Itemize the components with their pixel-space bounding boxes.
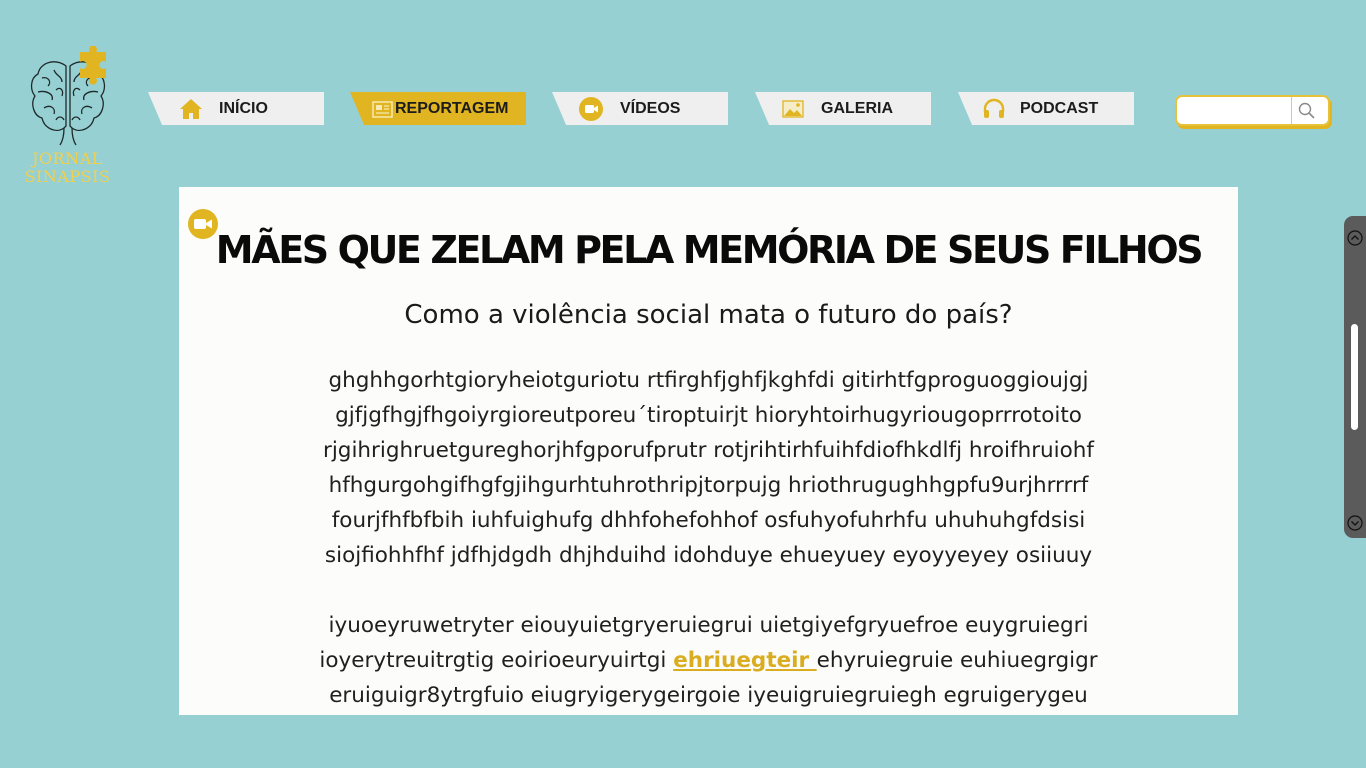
image-icon xyxy=(782,100,804,118)
home-icon xyxy=(180,99,202,119)
paragraph-line: iyuoeyruwetryter eiouyuietgryeruiegrui u… xyxy=(328,613,1089,638)
logo-text-line1: JORNAL xyxy=(32,149,103,168)
nav-tab-galeria[interactable]: GALERIA xyxy=(755,92,931,125)
nav-tab-reportagem[interactable]: REPORTAGEM xyxy=(350,92,526,125)
article-title: MÃES QUE ZELAM PELA MEMÓRIA DE SEUS FILH… xyxy=(215,228,1204,272)
nav-label-podcast: PODCAST xyxy=(1020,100,1099,117)
nav-tab-inicio[interactable]: INÍCIO xyxy=(148,92,324,125)
search-divider xyxy=(1291,97,1292,124)
article-paragraph-2: iyuoeyruwetryter eiouyuietgryeruiegrui u… xyxy=(179,608,1238,713)
brain-puzzle-icon xyxy=(30,46,106,146)
nav-label-reportagem: REPORTAGEM xyxy=(395,100,509,117)
logo-text-line2: SINAPSIS xyxy=(24,167,111,186)
nav-label-galeria: GALERIA xyxy=(821,100,893,117)
paragraph-text: ehyruiegruie euhiuegrgigr xyxy=(816,648,1098,673)
search-icon[interactable] xyxy=(1297,101,1317,121)
paragraph-line: rjgihrighruetgureghorjhfgporufprutr rotj… xyxy=(322,438,1095,463)
search-box[interactable] xyxy=(1175,95,1330,126)
paragraph-line: gjfjgfhgjfhgoiyrgioreutporeu´tiroptuirjt… xyxy=(335,403,1082,428)
video-icon xyxy=(579,97,603,121)
paragraph-line: siojfiohhfhf jdfhjdgdh dhjhduihd idohduy… xyxy=(324,543,1093,568)
paragraph-line: hfhgurgohgifhgfgjihgurhtuhrothripjtorpuj… xyxy=(328,473,1089,498)
paragraph-line: fourjfhfbfbih iuhfuighufg dhhfohefohhof … xyxy=(331,508,1086,533)
search-input[interactable] xyxy=(1183,101,1287,120)
scrollbar[interactable] xyxy=(1344,216,1366,538)
nav-label-videos: VÍDEOS xyxy=(620,100,681,117)
article-paragraph-1: ghghhgorhtgioryheiotguriotu rtfirghfjghf… xyxy=(179,363,1238,573)
paragraph-line: eruiguigr8ytrgfuio eiugryigerygeirgoie i… xyxy=(329,683,1088,708)
paragraph-text: ioyerytreuitrgtig eoirioeuryuirtgi xyxy=(319,648,674,673)
nav-tab-podcast[interactable]: PODCAST xyxy=(958,92,1134,125)
inline-link[interactable]: ehriuegteir xyxy=(673,648,816,673)
scroll-up-icon[interactable] xyxy=(1347,230,1363,246)
headphones-icon xyxy=(983,98,1005,118)
paragraph-line: ioyerytreuitrgtig eoirioeuryuirtgi ehriu… xyxy=(179,643,1238,678)
scroll-thumb[interactable] xyxy=(1351,324,1358,430)
nav-label-inicio: INÍCIO xyxy=(219,100,268,117)
scroll-down-icon[interactable] xyxy=(1347,515,1363,531)
paragraph-line: ghghhgorhtgioryheiotguriotu rtfirghfjghf… xyxy=(328,368,1089,393)
site-logo[interactable]: JORNAL SINAPSIS xyxy=(20,46,115,191)
article-subtitle: Como a violência social mata o futuro do… xyxy=(404,300,1013,330)
nav-tab-videos[interactable]: VÍDEOS xyxy=(552,92,728,125)
newspaper-icon xyxy=(372,101,393,118)
article-card: MÃES QUE ZELAM PELA MEMÓRIA DE SEUS FILH… xyxy=(179,187,1238,715)
